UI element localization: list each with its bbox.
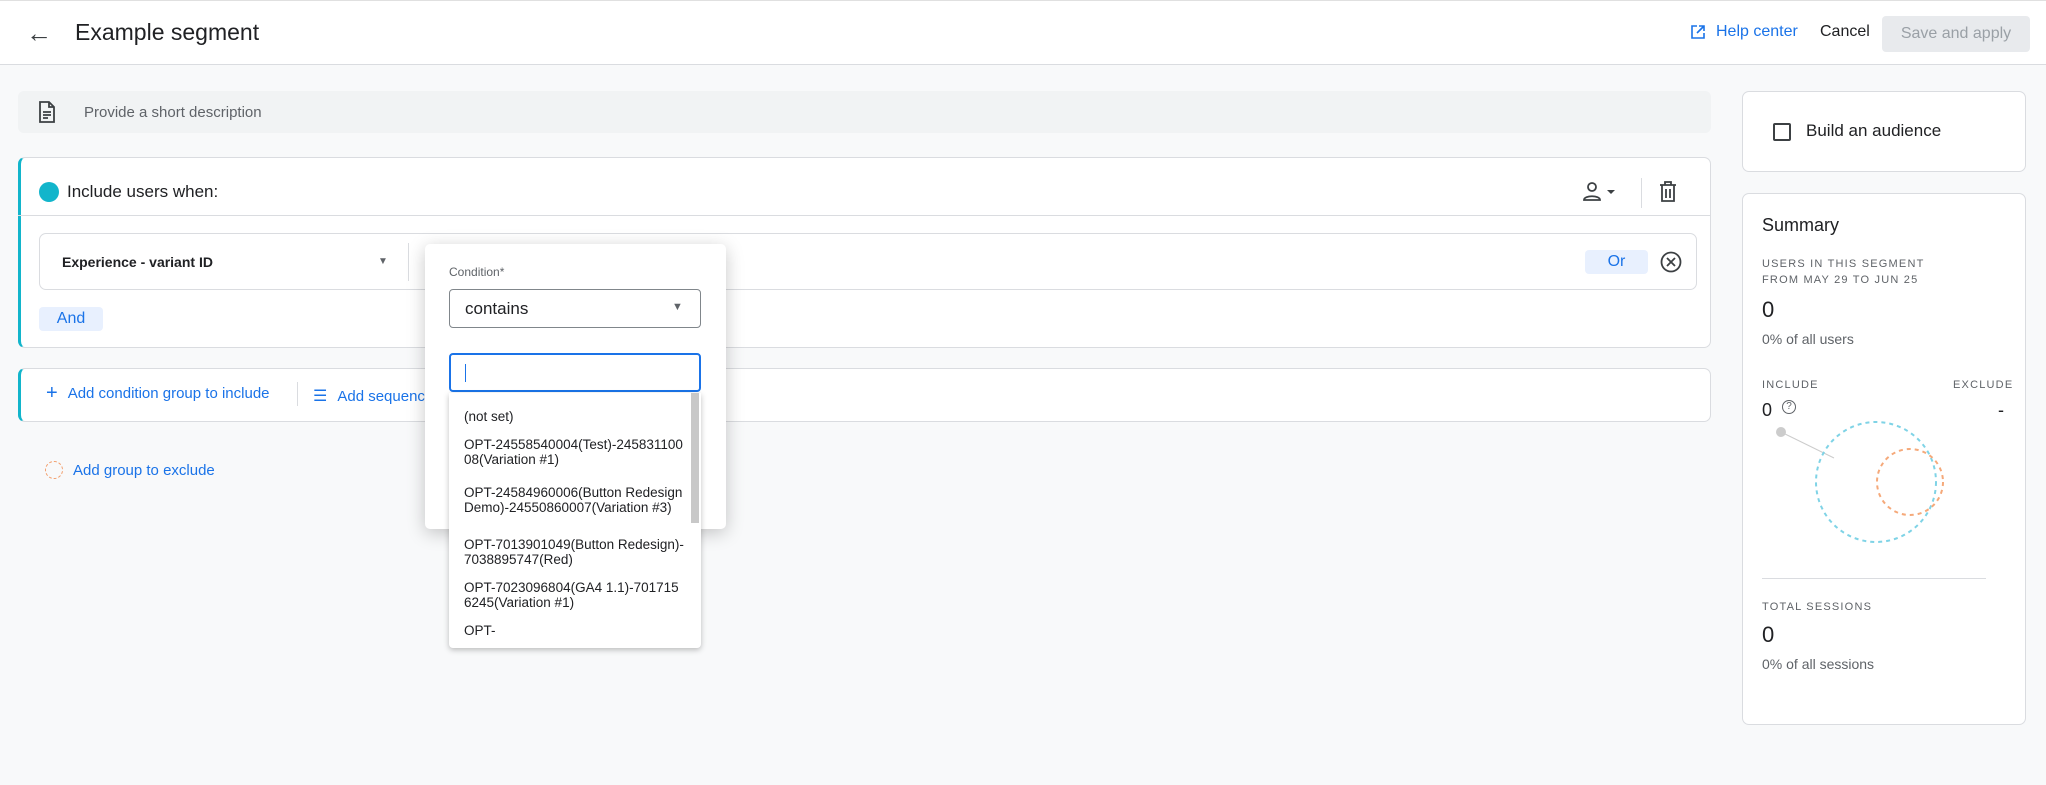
users-value: 0 [1762,297,1775,322]
condition-row [39,233,1697,290]
exclude-value: - [1998,400,2004,420]
description-field[interactable] [18,91,1711,133]
user-scope-icon[interactable] [1582,181,1622,203]
venn-anchor-dot [1776,427,1786,437]
include-value: 0 [1762,400,1773,420]
document-icon [39,101,55,123]
suggestion-item[interactable]: OPT-24584960006(Button Redesign Demo)-24… [464,485,684,515]
add-exclude-group-button[interactable]: Add group to exclude [45,461,215,479]
value-suggestions-list: (not set) OPT-24558540004(Test)-24583110… [449,393,701,648]
cancel-button[interactable]: Cancel [1820,23,1870,41]
add-condition-card [18,368,1711,422]
caret-down-icon: ▼ [672,301,683,313]
include-circle [1815,421,1937,543]
sessions-value: 0 [1762,622,1775,647]
condition-select[interactable]: contains ▼ [449,289,701,328]
condition-select-value: contains [465,299,529,318]
and-button[interactable]: And [39,307,103,331]
summary-title: Summary [1762,215,1840,235]
include-label: INCLUDE [1762,379,1819,391]
text-cursor [465,364,466,382]
add-condition-group-button[interactable]: + Add condition group to include [46,382,270,404]
caret-down-icon[interactable]: ▼ [378,256,388,267]
delete-icon[interactable] [1659,181,1677,203]
suggestion-item[interactable]: OPT-7013901049(Button Redesign)-70388957… [464,537,684,567]
add-exclude-label: Add group to exclude [73,461,215,479]
add-sequence-button[interactable]: ☰ Add sequence [313,386,433,406]
users-label: USERS IN THIS SEGMENT [1762,258,1925,270]
suggestion-item[interactable]: OPT- [464,623,684,638]
exclude-label: EXCLUDE [1953,379,2014,391]
list-icon: ☰ [313,388,328,405]
sessions-percent: 0% of all sessions [1762,656,1875,672]
suggestion-item[interactable]: (not set) [464,409,684,424]
condition-label: Condition* [449,265,505,279]
divider [18,215,1711,216]
suggestion-item[interactable]: OPT-24558540004(Test)-24583110008(Variat… [464,437,684,467]
add-sequence-label: Add sequence [337,387,434,405]
build-audience-checkbox[interactable] [1773,123,1791,141]
remove-condition-icon[interactable] [1660,251,1682,273]
sessions-label: TOTAL SESSIONS [1762,601,1873,613]
add-condition-group-label: Add condition group to include [67,385,270,402]
description-placeholder[interactable]: Provide a short description [84,104,262,121]
help-icon[interactable]: ? [1782,400,1796,414]
build-audience-label[interactable]: Build an audience [1806,121,1941,141]
help-center-label: Help center [1716,23,1798,40]
help-center-link[interactable]: Help center [1690,23,1798,41]
or-button[interactable]: Or [1585,250,1648,274]
exclude-circle [1876,448,1944,516]
exclude-circle-icon [45,461,63,479]
open-in-new-icon [1691,25,1705,39]
back-arrow-icon[interactable]: ← [26,18,52,49]
dimension-select[interactable]: Experience - variant ID [62,254,213,270]
users-percent: 0% of all users [1762,331,1854,347]
value-input[interactable] [449,353,701,392]
page-title: Example segment [75,19,260,45]
divider [297,382,298,406]
plus-icon: + [46,382,58,404]
divider [1762,578,1986,579]
include-indicator [39,182,59,202]
save-and-apply-button[interactable]: Save and apply [1882,16,2030,52]
scrollbar[interactable] [691,393,699,523]
venn-diagram [1776,421,1944,543]
divider [1641,178,1642,208]
users-date-range: FROM MAY 29 TO JUN 25 [1762,274,1919,286]
include-group-title: Include users when: [67,182,219,201]
suggestion-item[interactable]: OPT-7023096804(GA4 1.1)-7017156245(Varia… [464,580,684,610]
divider [408,243,409,281]
